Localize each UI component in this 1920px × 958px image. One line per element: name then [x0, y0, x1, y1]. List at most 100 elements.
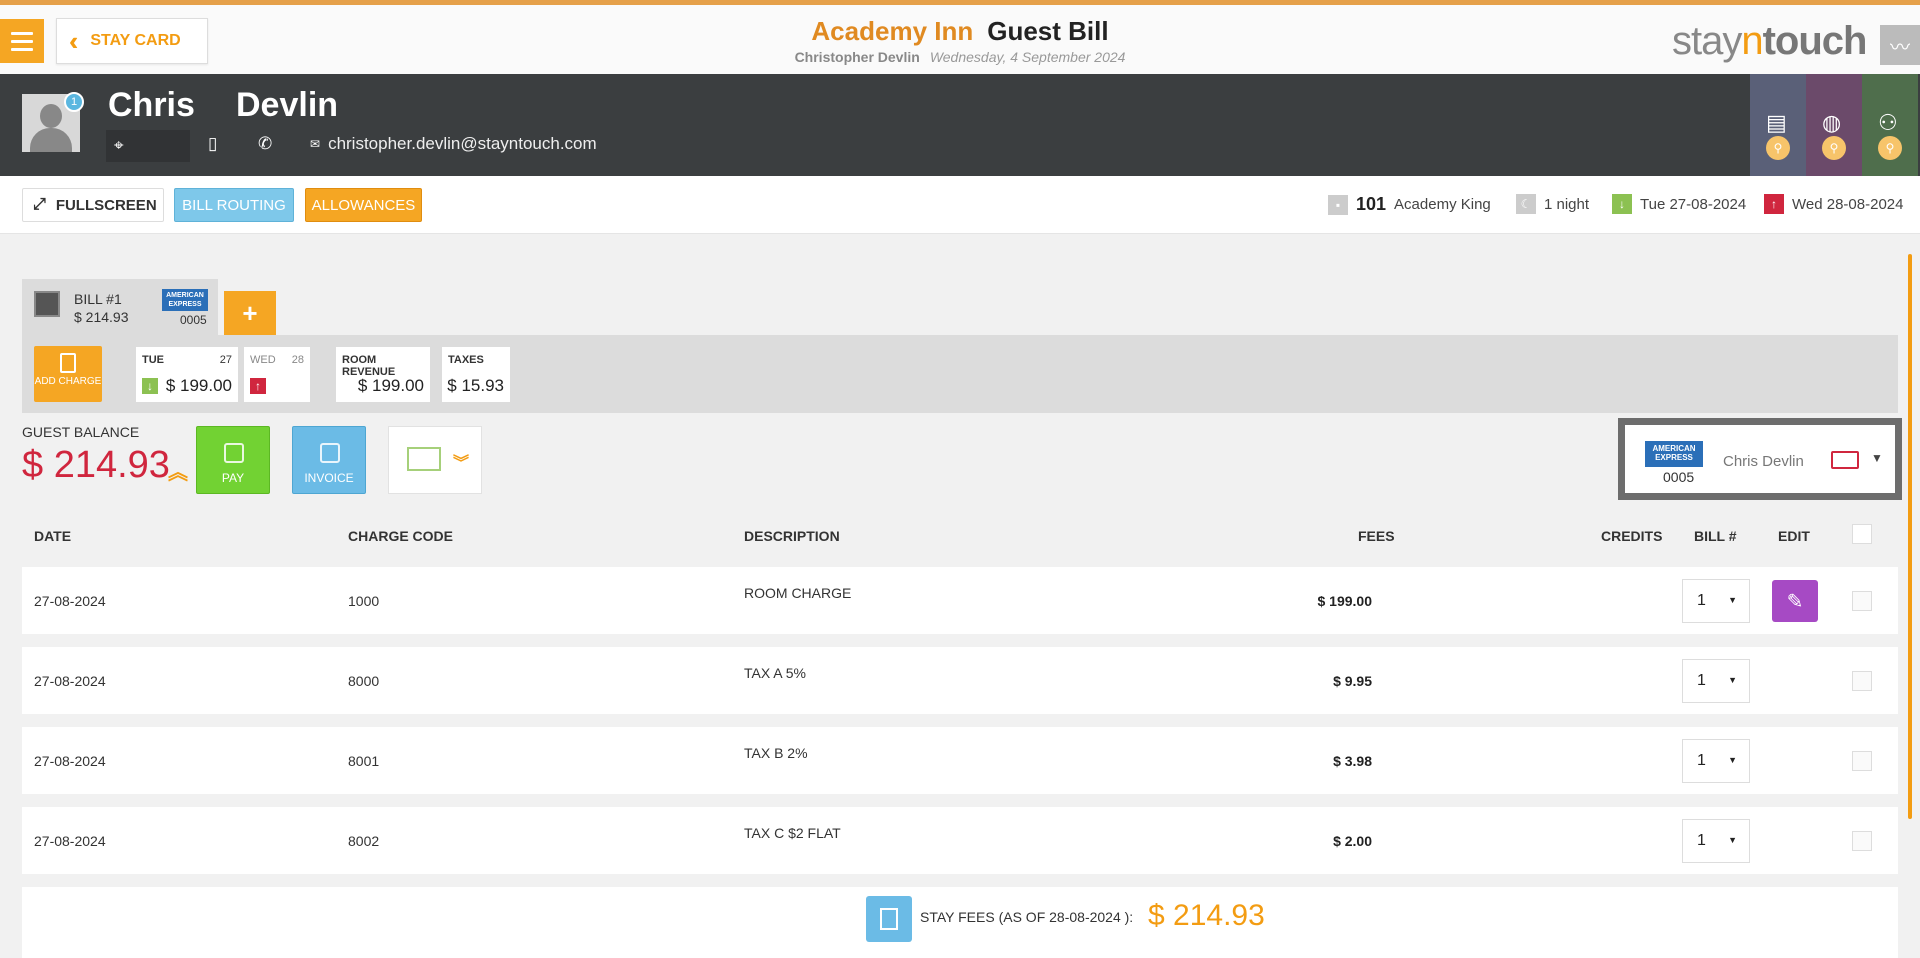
guest-balance-amount: $ 214.93 — [22, 444, 170, 486]
bill-summary-strip: ADD CHARGE TUE 27 ↓ $ 199.00 WED 28 ↑ RO… — [22, 335, 1898, 413]
fullscreen-button[interactable]: ⤢ FULLSCREEN — [22, 188, 164, 222]
page-title: Guest Bill — [987, 16, 1109, 46]
caret-down-icon: ▼ — [1728, 595, 1737, 605]
check-icon — [407, 447, 441, 471]
bill-number-select[interactable]: 1 ▼ — [1682, 819, 1750, 863]
departure-arrow-icon: ↑ — [250, 378, 266, 394]
page-title-block: Academy Inn Guest Bill Christopher Devlin… — [0, 16, 1920, 65]
subtitle-guest-name: Christopher Devlin — [794, 49, 920, 65]
arrival-date: ↓ Tue 27-08-2024 — [1612, 194, 1746, 214]
phone-icon[interactable]: ✆ — [258, 134, 272, 154]
arrival-arrow-icon: ↓ — [1612, 194, 1632, 214]
col-date: DATE — [34, 528, 72, 544]
row-checkbox[interactable] — [1852, 751, 1872, 771]
mobile-icon[interactable]: ▯ — [208, 134, 217, 154]
globe-icon: ◍ — [1822, 110, 1842, 135]
table-row[interactable]: 27-08-2024 8000 TAX A 5% $ 9.95 1 ▼ — [22, 647, 1898, 714]
stay-fees-footer: STAY FEES (AS OF 28-08-2024 ): $ 214.93 — [22, 887, 1898, 958]
receipt-icon[interactable] — [866, 896, 912, 942]
table-header: DATE CHARGE CODE DESCRIPTION FEES CREDIT… — [22, 520, 1898, 552]
card-holder-name: Chris Devlin — [1723, 453, 1804, 470]
invoice-button[interactable]: INVOICE — [292, 426, 366, 494]
double-chevron-up-icon[interactable]: ︽ — [168, 456, 188, 485]
caret-down-icon: ▼ — [1728, 755, 1737, 765]
table-row[interactable]: 27-08-2024 8002 TAX C $2 FLAT $ 2.00 1 ▼ — [22, 807, 1898, 874]
stay-fees-label: STAY FEES (AS OF 28-08-2024 ): — [920, 909, 1134, 925]
col-bill-number: BILL # — [1694, 528, 1737, 544]
arrival-arrow-icon: ↓ — [142, 378, 158, 394]
bill-tab-1[interactable]: BILL #1 $ 214.93 AMERICAN EXPRESS 0005 — [22, 279, 218, 335]
activity-pulse-button[interactable]: 〰 — [1880, 25, 1920, 65]
col-fees: FEES — [1358, 528, 1395, 544]
location-pin-icon: ⌖ — [114, 136, 124, 155]
group-icon: ⚇ — [1878, 110, 1898, 135]
pay-button[interactable]: PAY — [196, 426, 270, 494]
add-charge-button[interactable]: ADD CHARGE — [34, 346, 102, 402]
search-icon: ⚲ — [1822, 136, 1846, 160]
bill-name: BILL #1 — [74, 291, 122, 307]
location-field[interactable]: ⌖ — [106, 130, 190, 162]
table-row[interactable]: 27-08-2024 1000 ROOM CHARGE $ 199.00 1 ▼ … — [22, 567, 1898, 634]
brand-logo: stayntouch — [1672, 19, 1867, 63]
col-credits: CREDITS — [1601, 528, 1663, 544]
payment-card-last4: 0005 — [1663, 469, 1695, 485]
taxes-card: TAXES $ 15.93 — [442, 347, 510, 402]
more-actions-button[interactable]: ︾ — [388, 426, 482, 494]
guest-first-name: Chris — [108, 86, 195, 124]
bill-number-select[interactable]: 1 ▼ — [1682, 659, 1750, 703]
select-all-checkbox[interactable] — [1852, 524, 1872, 544]
guest-balance-label: GUEST BALANCE — [22, 424, 140, 440]
guest-email[interactable]: ✉ christopher.devlin@stayntouch.com — [310, 134, 597, 154]
bill-routing-button[interactable]: BILL ROUTING — [174, 188, 294, 222]
bill-number-select[interactable]: 1 ▼ — [1682, 579, 1750, 623]
caret-down-icon: ▼ — [1871, 451, 1883, 465]
hotel-name: Academy Inn — [811, 16, 974, 46]
col-description: DESCRIPTION — [744, 528, 840, 544]
table-row[interactable]: 27-08-2024 8001 TAX B 2% $ 3.98 1 ▼ — [22, 727, 1898, 794]
amex-card-icon: AMERICAN EXPRESS — [1645, 441, 1703, 467]
day-card-wed[interactable]: WED 28 ↑ — [244, 347, 310, 402]
row-checkbox[interactable] — [1852, 671, 1872, 691]
wallet-icon — [224, 443, 244, 463]
edit-button[interactable]: ✎ — [1772, 580, 1818, 622]
departure-date: ↑ Wed 28-08-2024 — [1764, 194, 1903, 214]
guest-bill-icon — [34, 291, 60, 317]
room-info: ▪ 101 Academy King — [1328, 194, 1491, 215]
mail-icon: ✉ — [310, 137, 321, 151]
building-icon: ▤ — [1766, 110, 1787, 135]
guest-header: 1 Chris Devlin ⌖ ▯ ✆ ✉ christopher.devli… — [0, 74, 1920, 176]
pulse-icon: 〰 — [1890, 36, 1910, 59]
company-card-tab[interactable]: ▤ ⚲ — [1750, 74, 1806, 176]
scrollbar[interactable] — [1908, 254, 1912, 819]
top-bar: ‹‹ STAY CARD Academy Inn Guest Bill Chris… — [0, 5, 1920, 74]
caret-down-icon: ▼ — [1728, 835, 1737, 845]
subtitle-date: Wednesday, 4 September 2024 — [929, 49, 1126, 65]
guest-count-badge: 1 — [64, 92, 84, 112]
search-icon: ⚲ — [1878, 136, 1902, 160]
calculator-icon — [60, 353, 76, 373]
expand-icon: ⤢ — [33, 196, 46, 213]
bill-card-last4: 0005 — [180, 313, 207, 327]
room-revenue-card: ROOM REVENUE $ 199.00 — [336, 347, 430, 402]
allowances-button[interactable]: ALLOWANCES — [305, 188, 422, 222]
row-checkbox[interactable] — [1852, 831, 1872, 851]
credit-card-icon — [1831, 451, 1859, 469]
room-icon: ▪ — [1328, 194, 1348, 215]
amex-card-icon: AMERICAN EXPRESS — [162, 289, 208, 311]
departure-arrow-icon: ↑ — [1764, 194, 1784, 214]
moon-icon: ☾ — [1516, 194, 1536, 214]
bill-toolbar: ⤢ FULLSCREEN BILL ROUTING ALLOWANCES ▪ 1… — [0, 176, 1920, 234]
caret-down-icon: ▼ — [1728, 675, 1737, 685]
payment-card-selector[interactable]: AMERICAN EXPRESS 0005 Chris Devlin ▼ — [1618, 418, 1902, 500]
day-card-tue[interactable]: TUE 27 ↓ $ 199.00 — [136, 347, 238, 402]
add-bill-button[interactable]: + — [224, 291, 276, 335]
col-charge-code: CHARGE CODE — [348, 528, 454, 544]
group-card-tab[interactable]: ⚇ ⚲ — [1862, 74, 1918, 176]
pencil-icon: ✎ — [1786, 590, 1804, 613]
double-chevron-down-icon: ︾ — [453, 455, 470, 472]
bill-number-select[interactable]: 1 ▼ — [1682, 739, 1750, 783]
travel-agent-card-tab[interactable]: ◍ ⚲ — [1806, 74, 1862, 176]
row-checkbox[interactable] — [1852, 591, 1872, 611]
nights-info: ☾ 1 night — [1516, 194, 1589, 214]
bill-amount: $ 214.93 — [74, 309, 129, 325]
